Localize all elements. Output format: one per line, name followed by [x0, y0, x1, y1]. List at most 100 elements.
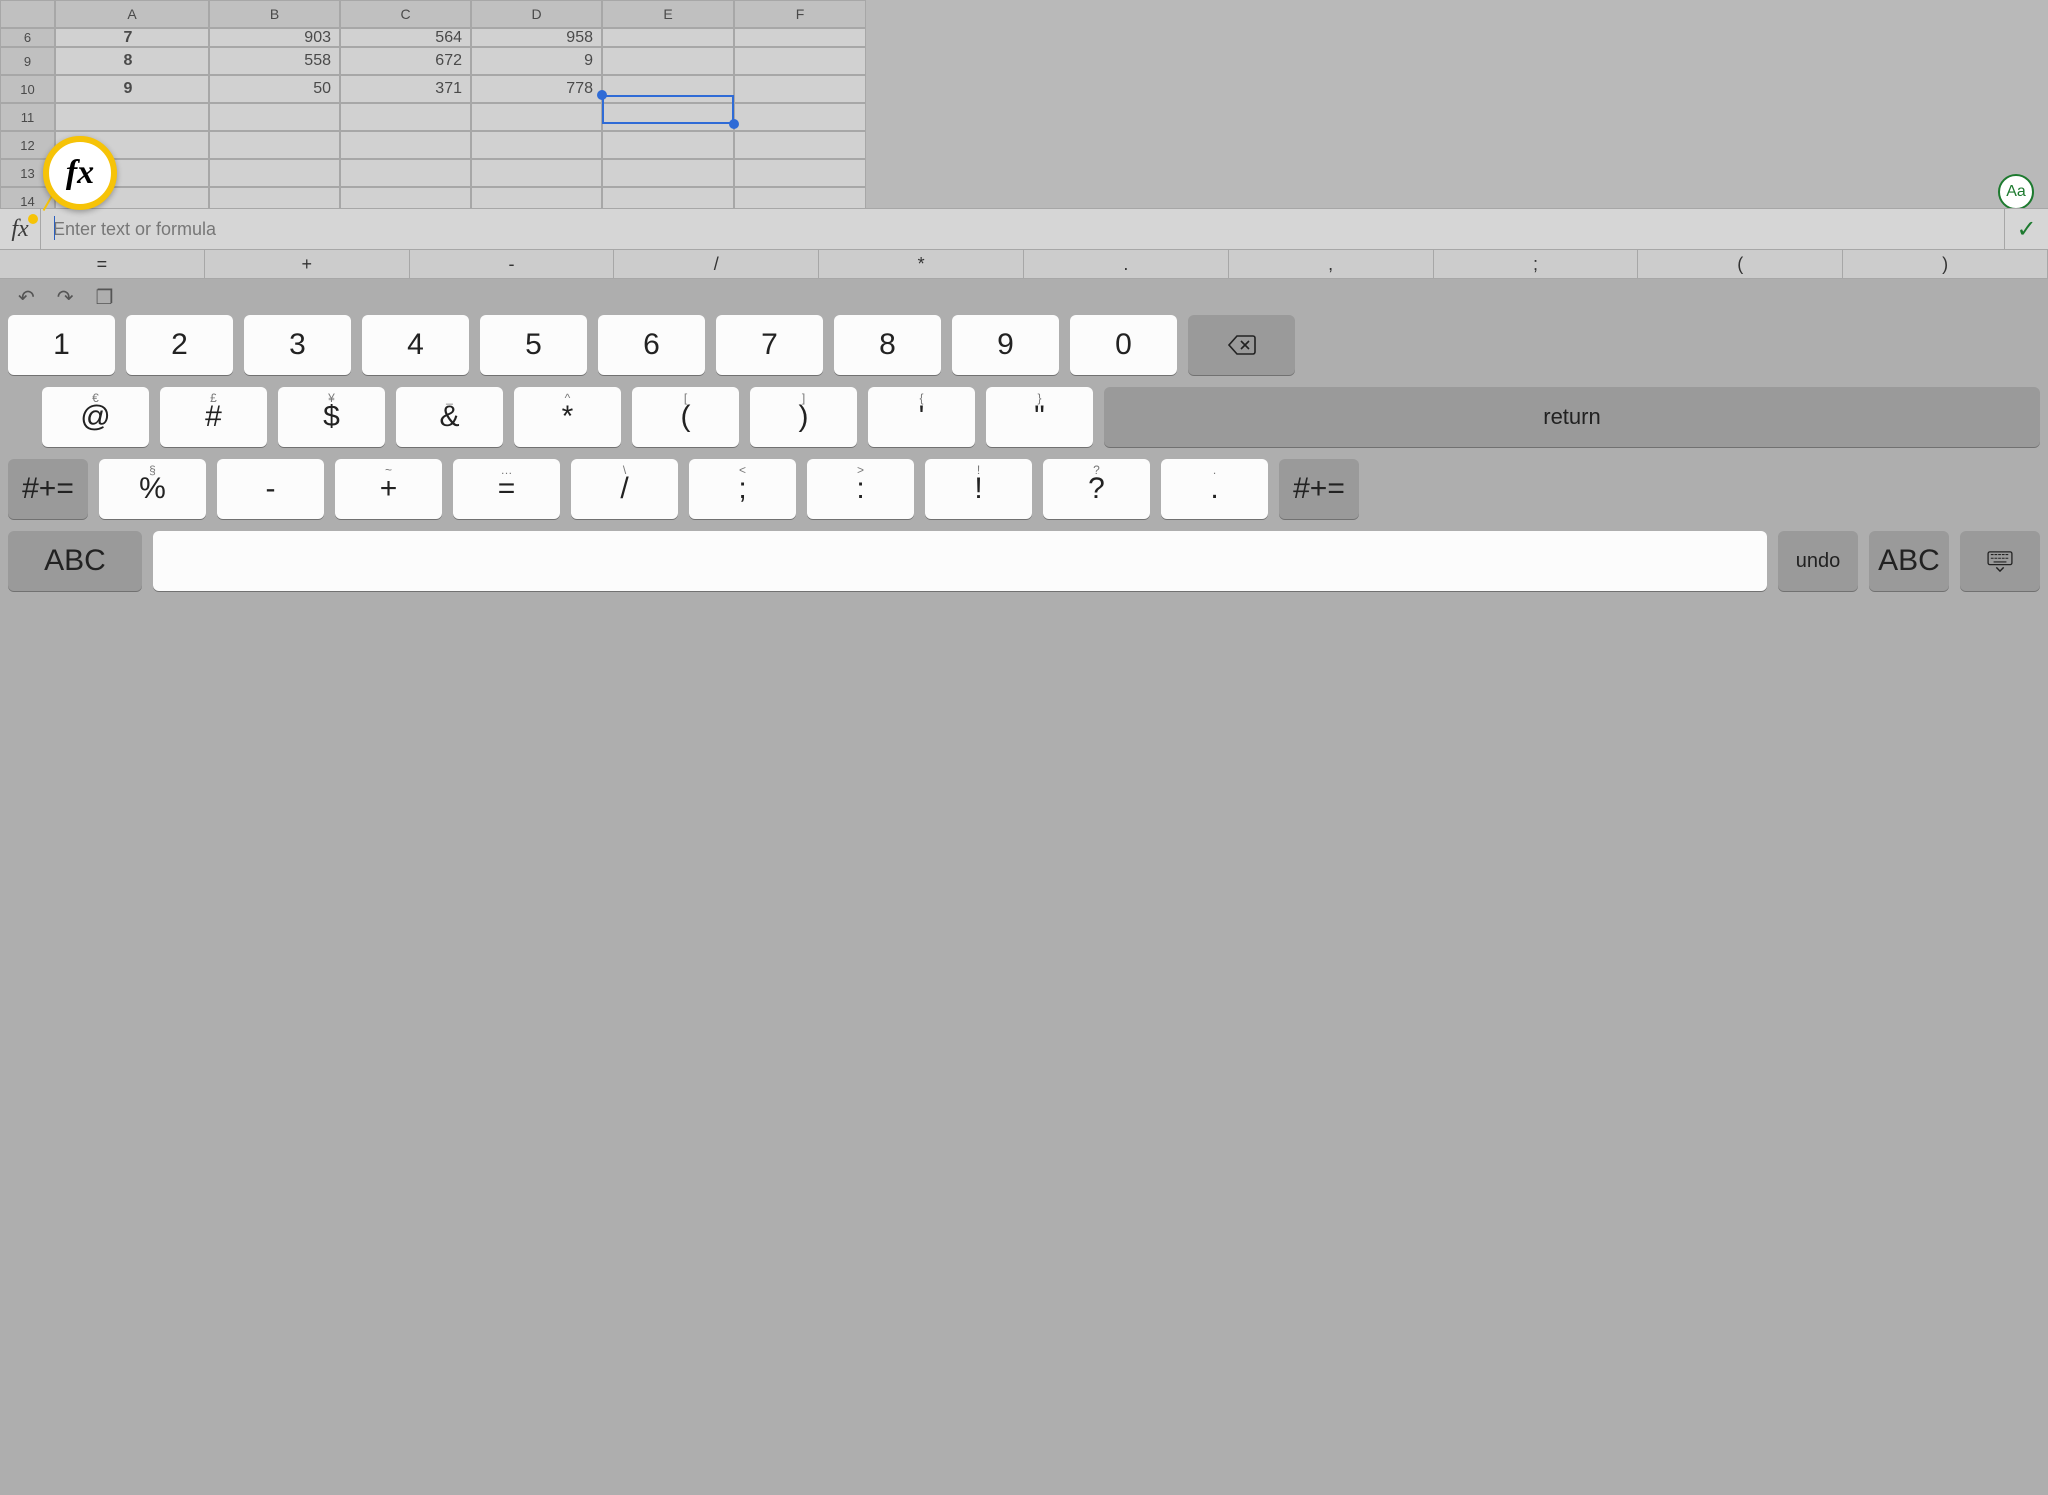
cell-E6[interactable] [602, 28, 734, 47]
key-:[interactable]: >: [807, 459, 914, 519]
symbol-key-([interactable]: ( [1638, 250, 1843, 278]
shift-left-key[interactable]: #+= [8, 459, 88, 519]
abc-left-key[interactable]: ABC [8, 531, 142, 591]
key-=[interactable]: …= [453, 459, 560, 519]
key-?[interactable]: ?? [1043, 459, 1150, 519]
key-*[interactable]: ^* [514, 387, 621, 447]
text-format-badge[interactable]: Aa [1998, 174, 2034, 210]
key-0[interactable]: 0 [1070, 315, 1177, 375]
corner-cell[interactable] [0, 0, 55, 28]
selection-handle-tl[interactable] [597, 90, 607, 100]
formula-input[interactable] [40, 209, 2004, 249]
cell-D9[interactable]: 9 [471, 47, 602, 75]
undo-icon[interactable]: ↶ [18, 285, 35, 310]
shift-right-key[interactable]: #+= [1279, 459, 1359, 519]
symbol-key-,[interactable]: , [1229, 250, 1434, 278]
cell-C12[interactable] [340, 131, 471, 159]
cell-A6[interactable]: 7 [55, 28, 209, 47]
cell-F13[interactable] [734, 159, 866, 187]
key-9[interactable]: 9 [952, 315, 1059, 375]
cell-E13[interactable] [602, 159, 734, 187]
key-+[interactable]: ~+ [335, 459, 442, 519]
cell-B12[interactable] [209, 131, 340, 159]
cell-C6[interactable]: 564 [340, 28, 471, 47]
cell-F10[interactable] [734, 75, 866, 103]
redo-icon[interactable]: ↷ [57, 285, 74, 310]
key--[interactable]: - [217, 459, 324, 519]
abc-right-key[interactable]: ABC [1869, 531, 1949, 591]
space-key[interactable] [153, 531, 1767, 591]
key-"[interactable]: }" [986, 387, 1093, 447]
symbol-key-/[interactable]: / [614, 250, 819, 278]
column-header-D[interactable]: D [471, 0, 602, 28]
return-key[interactable]: return [1104, 387, 2040, 447]
column-header-F[interactable]: F [734, 0, 866, 28]
key-2[interactable]: 2 [126, 315, 233, 375]
key-;[interactable]: <; [689, 459, 796, 519]
cell-F11[interactable] [734, 103, 866, 131]
key-5[interactable]: 5 [480, 315, 587, 375]
symbol-key--[interactable]: - [410, 250, 615, 278]
cell-C9[interactable]: 672 [340, 47, 471, 75]
key-.[interactable]: .. [1161, 459, 1268, 519]
symbol-key-+[interactable]: + [205, 250, 410, 278]
cell-F6[interactable] [734, 28, 866, 47]
cell-B10[interactable]: 50 [209, 75, 340, 103]
selection-handle-br[interactable] [729, 119, 739, 129]
key-'[interactable]: {' [868, 387, 975, 447]
key-7[interactable]: 7 [716, 315, 823, 375]
symbol-key-)[interactable]: ) [1843, 250, 2048, 278]
cell-D13[interactable] [471, 159, 602, 187]
clipboard-icon[interactable]: ❐ [96, 285, 114, 310]
key-![interactable]: !! [925, 459, 1032, 519]
key-&[interactable]: _& [396, 387, 503, 447]
cell-F12[interactable] [734, 131, 866, 159]
cell-D10[interactable]: 778 [471, 75, 602, 103]
key-$[interactable]: ¥$ [278, 387, 385, 447]
key-4[interactable]: 4 [362, 315, 469, 375]
symbol-key-.[interactable]: . [1024, 250, 1229, 278]
column-header-A[interactable]: A [55, 0, 209, 28]
symbol-key-=[interactable]: = [0, 250, 205, 278]
cell-D11[interactable] [471, 103, 602, 131]
cell-B6[interactable]: 903 [209, 28, 340, 47]
cell-D12[interactable] [471, 131, 602, 159]
backspace-key[interactable] [1188, 315, 1295, 375]
cell-A11[interactable] [55, 103, 209, 131]
cell-A10[interactable]: 9 [55, 75, 209, 103]
symbol-key-*[interactable]: * [819, 250, 1024, 278]
key-#[interactable]: £# [160, 387, 267, 447]
row-header-10[interactable]: 10 [0, 75, 55, 103]
cell-C13[interactable] [340, 159, 471, 187]
key-8[interactable]: 8 [834, 315, 941, 375]
dismiss-keyboard-key[interactable] [1960, 531, 2040, 591]
cell-B13[interactable] [209, 159, 340, 187]
key-1[interactable]: 1 [8, 315, 115, 375]
cell-E9[interactable] [602, 47, 734, 75]
column-header-E[interactable]: E [602, 0, 734, 28]
cell-E12[interactable] [602, 131, 734, 159]
row-header-6[interactable]: 6 [0, 28, 55, 47]
cell-B11[interactable] [209, 103, 340, 131]
cell-F9[interactable] [734, 47, 866, 75]
cell-D6[interactable]: 958 [471, 28, 602, 47]
key-)[interactable]: ]) [750, 387, 857, 447]
cell-C10[interactable]: 371 [340, 75, 471, 103]
confirm-button[interactable]: ✓ [2004, 209, 2048, 249]
column-header-B[interactable]: B [209, 0, 340, 28]
cell-B9[interactable]: 558 [209, 47, 340, 75]
column-header-C[interactable]: C [340, 0, 471, 28]
key-3[interactable]: 3 [244, 315, 351, 375]
undo-key[interactable]: undo [1778, 531, 1858, 591]
row-header-9[interactable]: 9 [0, 47, 55, 75]
key-%[interactable]: §% [99, 459, 206, 519]
key-6[interactable]: 6 [598, 315, 705, 375]
row-header-11[interactable]: 11 [0, 103, 55, 131]
key-/[interactable]: \/ [571, 459, 678, 519]
key-([interactable]: [( [632, 387, 739, 447]
cell-C11[interactable] [340, 103, 471, 131]
key-@[interactable]: €@ [42, 387, 149, 447]
selection-rect [602, 95, 734, 124]
symbol-key-;[interactable]: ; [1434, 250, 1639, 278]
cell-A9[interactable]: 8 [55, 47, 209, 75]
